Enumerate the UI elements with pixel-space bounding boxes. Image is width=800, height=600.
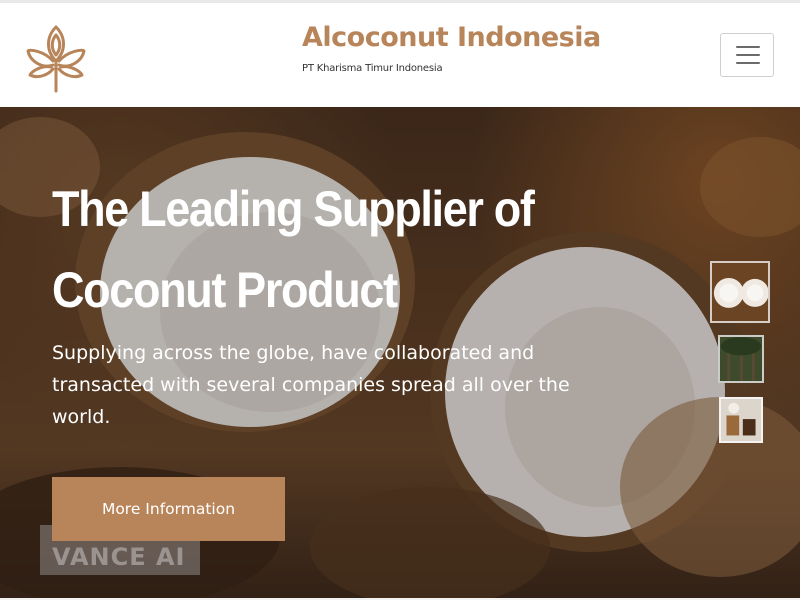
coconut-trees-thumbnail[interactable] [718, 335, 764, 383]
menu-toggle-button[interactable] [720, 33, 774, 77]
hamburger-menu-icon [736, 46, 760, 48]
coconut-trees-thumbnail-image [720, 337, 762, 381]
coconut-halves-thumbnail-image [712, 263, 768, 321]
site-header: Alcoconut Indonesia PT Kharisma Timur In… [0, 3, 800, 107]
hamburger-menu-icon-bar-2 [736, 54, 760, 56]
lotus-leaf-logo-icon [26, 25, 86, 93]
coconut-products-thumbnail[interactable] [719, 397, 763, 443]
brand: Alcoconut Indonesia PT Kharisma Timur In… [302, 21, 601, 74]
brand-subtitle: PT Kharisma Timur Indonesia [302, 63, 443, 74]
brand-title[interactable]: Alcoconut Indonesia [302, 21, 601, 55]
coconut-products-thumbnail-image [721, 399, 761, 441]
coconut-halves-thumbnail[interactable] [710, 261, 770, 323]
hero-title-line-2: Coconut Product [52, 262, 398, 318]
hamburger-menu-icon-bar-3 [736, 62, 760, 64]
hero-section: The Leading Supplier of Coconut Product … [0, 107, 800, 598]
hero-title-line-1: The Leading Supplier of [52, 181, 535, 237]
more-information-button[interactable]: More Information [52, 477, 285, 541]
hero-description: Supplying across the globe, have collabo… [52, 342, 570, 428]
hero-title: The Leading Supplier of Coconut Product [52, 169, 556, 331]
